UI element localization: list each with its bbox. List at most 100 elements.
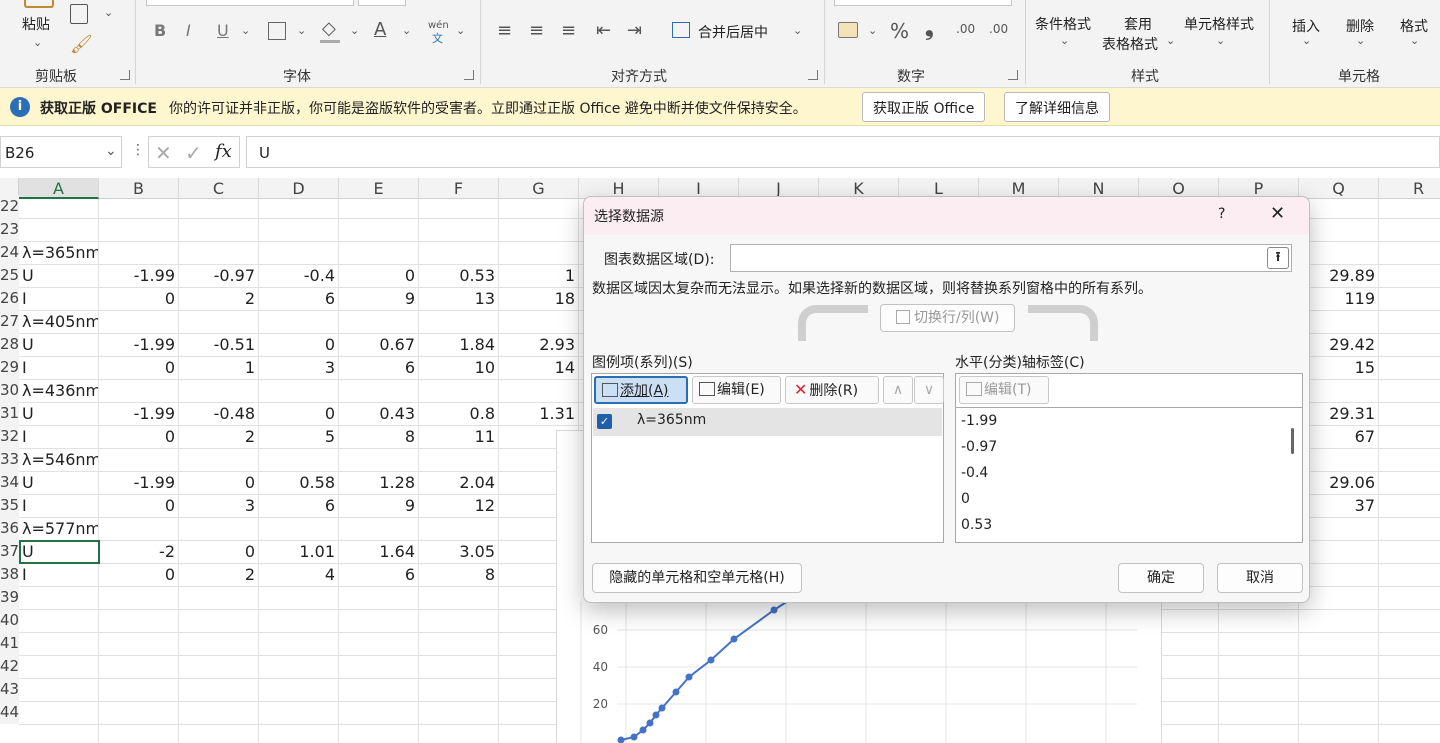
cell-q28[interactable]: 29.42 bbox=[1299, 333, 1375, 356]
align-center-icon[interactable]: ≡ bbox=[529, 20, 544, 41]
help-button[interactable]: ? bbox=[1218, 206, 1225, 222]
underline-button[interactable]: U bbox=[217, 21, 229, 40]
font-color-chevron-icon[interactable]: ⌄ bbox=[402, 24, 411, 37]
cell-a30[interactable]: λ=436nm bbox=[22, 379, 98, 402]
row-header[interactable]: 26 bbox=[0, 287, 19, 310]
cell-styles-chevron-icon[interactable]: ⌄ bbox=[1216, 34, 1225, 47]
cell-d32[interactable]: 5 bbox=[259, 425, 335, 448]
conditional-format-button[interactable]: 条件格式 bbox=[1035, 14, 1091, 34]
cell-e32[interactable]: 8 bbox=[339, 425, 415, 448]
column-header-r[interactable]: R bbox=[1379, 178, 1440, 199]
cell-e26[interactable]: 9 bbox=[339, 287, 415, 310]
font-launcher-icon[interactable] bbox=[464, 70, 474, 80]
row-header[interactable]: 41 bbox=[0, 632, 19, 655]
cell-c38[interactable]: 2 bbox=[179, 563, 255, 586]
format-as-table-line1[interactable]: 套用 bbox=[1124, 14, 1152, 34]
cell-c34[interactable]: 0 bbox=[179, 471, 255, 494]
cancel-button[interactable]: 取消 bbox=[1217, 563, 1303, 593]
column-header-q[interactable]: Q bbox=[1299, 178, 1379, 199]
cell-c31[interactable]: -0.48 bbox=[179, 402, 255, 425]
cell-d37[interactable]: 1.01 bbox=[259, 540, 335, 563]
format-chevron-icon[interactable]: ⌄ bbox=[1410, 34, 1419, 47]
chart-point[interactable] bbox=[730, 635, 738, 643]
cell-e38[interactable]: 6 bbox=[339, 563, 415, 586]
cell-a24[interactable]: λ=365nm bbox=[22, 241, 98, 264]
cell-q25[interactable]: 29.89 bbox=[1299, 264, 1375, 287]
align-left-icon[interactable]: ≡ bbox=[497, 20, 512, 41]
paste-chevron-icon[interactable]: ⌄ bbox=[33, 36, 42, 49]
name-box-chevron-icon[interactable]: ⌄ bbox=[105, 143, 117, 159]
cell-f25[interactable]: 0.53 bbox=[419, 264, 495, 287]
conditional-format-chevron-icon[interactable]: ⌄ bbox=[1060, 34, 1069, 47]
cell-e34[interactable]: 1.28 bbox=[339, 471, 415, 494]
clipboard-launcher-icon[interactable] bbox=[120, 70, 130, 80]
cell-f37[interactable]: 3.05 bbox=[419, 540, 495, 563]
cell-e31[interactable]: 0.43 bbox=[339, 402, 415, 425]
cell-b32[interactable]: 0 bbox=[99, 425, 175, 448]
cell-a38[interactable]: I bbox=[22, 563, 98, 586]
accounting-chevron-icon[interactable]: ⌄ bbox=[868, 24, 877, 37]
cell-g29[interactable]: 14 bbox=[499, 356, 575, 379]
insert-cells-button[interactable]: 插入 bbox=[1292, 16, 1320, 36]
insert-chevron-icon[interactable]: ⌄ bbox=[1302, 34, 1311, 47]
cell-c26[interactable]: 2 bbox=[179, 287, 255, 310]
row-header[interactable]: 36 bbox=[0, 517, 19, 540]
row-header[interactable]: 34 bbox=[0, 471, 19, 494]
cell-e29[interactable]: 6 bbox=[339, 356, 415, 379]
cell-d35[interactable]: 6 bbox=[259, 494, 335, 517]
increase-indent-icon[interactable]: ⇥ bbox=[627, 20, 642, 41]
row-header[interactable]: 42 bbox=[0, 655, 19, 678]
cell-f28[interactable]: 1.84 bbox=[419, 333, 495, 356]
column-header-e[interactable]: E bbox=[339, 178, 419, 199]
italic-button[interactable]: I bbox=[186, 21, 191, 40]
cell-f26[interactable]: 13 bbox=[419, 287, 495, 310]
column-header-b[interactable]: B bbox=[99, 178, 179, 199]
fill-color-chevron-icon[interactable]: ⌄ bbox=[350, 24, 359, 37]
number-format-box[interactable] bbox=[834, 0, 1012, 6]
cell-q31[interactable]: 29.31 bbox=[1299, 402, 1375, 425]
row-header[interactable]: 38 bbox=[0, 563, 19, 586]
bold-button[interactable]: B bbox=[154, 21, 166, 40]
phonetic-wen2-text[interactable]: 文 bbox=[432, 30, 443, 46]
add-series-button[interactable]: 添加(A) bbox=[594, 376, 688, 404]
font-size-box[interactable] bbox=[358, 0, 406, 6]
cell-e35[interactable]: 9 bbox=[339, 494, 415, 517]
cell-a36[interactable]: λ=577nm bbox=[22, 517, 98, 540]
cell-g26[interactable]: 18 bbox=[499, 287, 575, 310]
row-header[interactable]: 39 bbox=[0, 586, 19, 609]
axis-label-item[interactable]: 0 bbox=[961, 486, 970, 512]
cell-f32[interactable]: 11 bbox=[419, 425, 495, 448]
row-header[interactable]: 23 bbox=[0, 218, 19, 241]
chart-point[interactable] bbox=[617, 736, 625, 743]
column-header-c[interactable]: C bbox=[179, 178, 259, 199]
cell-e25[interactable]: 0 bbox=[339, 264, 415, 287]
row-header[interactable]: 43 bbox=[0, 678, 19, 701]
axis-list[interactable]: -1.99 -0.97 -0.4 0 0.53 bbox=[956, 407, 1302, 542]
merge-center-chevron-icon[interactable]: ⌄ bbox=[793, 24, 802, 37]
cell-e37[interactable]: 1.64 bbox=[339, 540, 415, 563]
cell-a26[interactable]: I bbox=[22, 287, 98, 310]
cell-q29[interactable]: 15 bbox=[1299, 356, 1375, 379]
cell-d28[interactable]: 0 bbox=[259, 333, 335, 356]
number-launcher-icon[interactable] bbox=[1008, 70, 1018, 80]
cell-e28[interactable]: 0.67 bbox=[339, 333, 415, 356]
cell-d31[interactable]: 0 bbox=[259, 402, 335, 425]
copy-chevron-icon[interactable]: ⌄ bbox=[104, 6, 113, 19]
chart-range-input[interactable]: ⭱ bbox=[730, 244, 1292, 272]
paste-button[interactable]: 粘贴 bbox=[22, 14, 50, 34]
decrease-indent-icon[interactable]: ⇤ bbox=[596, 20, 611, 41]
align-right-icon[interactable]: ≡ bbox=[561, 20, 576, 41]
delete-cells-button[interactable]: 删除 bbox=[1346, 16, 1374, 36]
row-header[interactable]: 31 bbox=[0, 402, 19, 425]
decrease-decimal-button[interactable]: .00 bbox=[989, 22, 1008, 36]
font-name-box[interactable] bbox=[146, 0, 354, 6]
chart-point[interactable] bbox=[652, 711, 660, 719]
border-icon[interactable] bbox=[268, 22, 286, 40]
cell-f29[interactable]: 10 bbox=[419, 356, 495, 379]
edit-series-button[interactable]: 编辑(E) bbox=[692, 376, 781, 404]
chart-point[interactable] bbox=[639, 726, 647, 734]
axis-label-item[interactable]: -0.4 bbox=[961, 460, 988, 486]
cell-c25[interactable]: -0.97 bbox=[179, 264, 255, 287]
chart-point[interactable] bbox=[646, 719, 654, 727]
cell-g31[interactable]: 1.31 bbox=[499, 402, 575, 425]
